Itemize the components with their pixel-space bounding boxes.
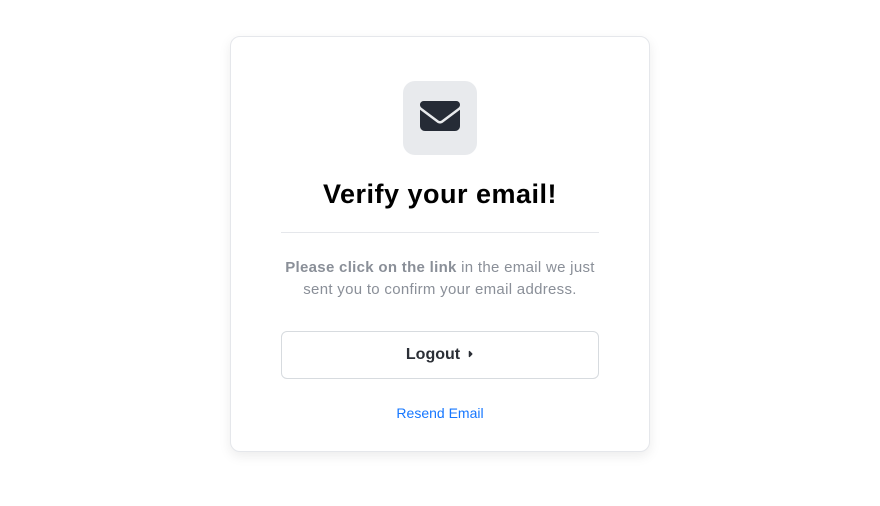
resend-email-link[interactable]: Resend Email (396, 405, 483, 421)
logout-button-label: Logout (406, 346, 460, 364)
envelope-icon (420, 96, 460, 141)
divider (281, 232, 599, 233)
envelope-icon-wrap (403, 81, 477, 155)
instruction-bold: Please click on the link (285, 259, 456, 276)
verify-title: Verify your email! (281, 179, 599, 210)
logout-button[interactable]: Logout (281, 331, 599, 379)
caret-right-icon (466, 346, 474, 364)
verify-email-card: Verify your email! Please click on the l… (230, 36, 650, 452)
instruction-text: Please click on the link in the email we… (281, 257, 599, 301)
